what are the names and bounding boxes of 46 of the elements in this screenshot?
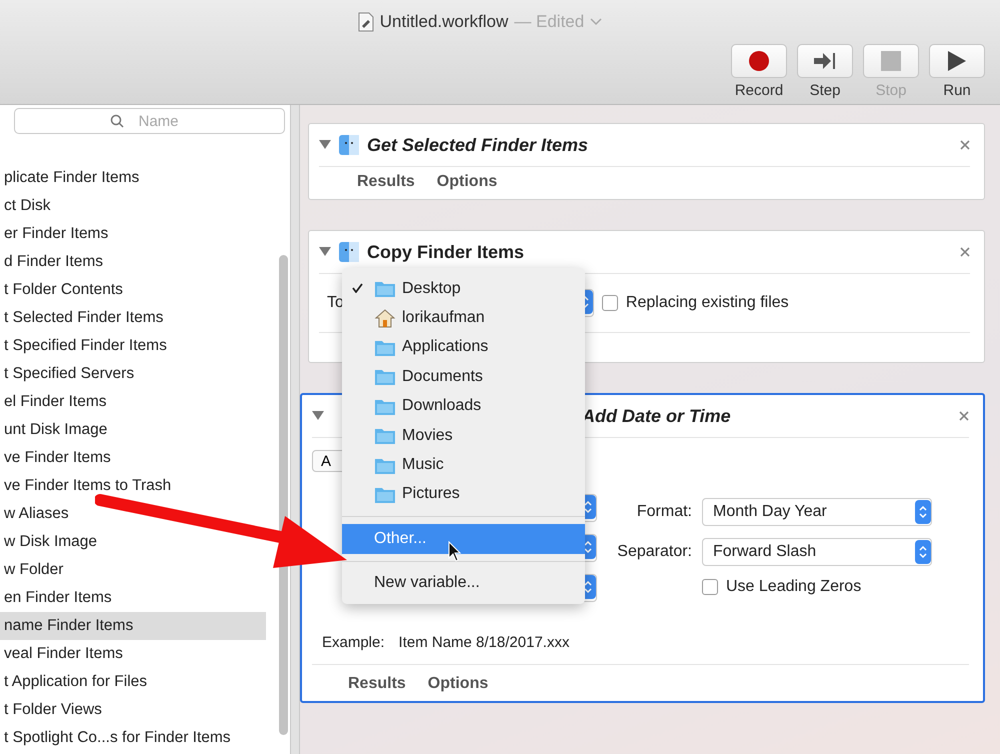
- action-title: Copy Finder Items: [367, 242, 524, 262]
- field-label: Separator:: [616, 543, 692, 561]
- library-item[interactable]: ve Finder Items: [0, 444, 266, 472]
- example-label: Example:: [322, 634, 385, 650]
- library-item[interactable]: d Finder Items: [0, 248, 266, 276]
- menu-item[interactable]: Applications: [342, 332, 585, 362]
- library-item[interactable]: name Finder Items: [0, 612, 266, 640]
- library-item[interactable]: w Folder: [0, 556, 266, 584]
- library-item[interactable]: t Spotlight Co...s for Finder Items: [0, 724, 266, 752]
- action-title: Get Selected Finder Items: [367, 134, 588, 156]
- popup-button[interactable]: Forward Slash: [702, 538, 932, 566]
- library-item[interactable]: en Finder Items: [0, 584, 266, 612]
- library-item[interactable]: t Folder Views: [0, 696, 266, 724]
- checkbox-label: Use Leading Zeros: [726, 578, 862, 596]
- search-field[interactable]: Name: [14, 108, 285, 134]
- menu-item[interactable]: lorikaufman: [342, 303, 585, 333]
- library-item[interactable]: t Application for Files: [0, 668, 266, 696]
- action-tab[interactable]: Options: [428, 675, 488, 693]
- library-item[interactable]: plicate Finder Items: [0, 164, 266, 192]
- action-tab[interactable]: Results: [348, 675, 406, 693]
- menu-item[interactable]: New variable...: [342, 568, 585, 598]
- window-title: Untitled.workflow: [380, 12, 508, 32]
- library-item[interactable]: ct Disk: [0, 192, 266, 220]
- menu-item[interactable]: Downloads: [342, 392, 585, 421]
- library-item[interactable]: w Disk Image: [0, 528, 266, 556]
- library-item[interactable]: t Selected Finder Items: [0, 304, 266, 332]
- menu-item[interactable]: Movies: [342, 420, 585, 450]
- menu-item[interactable]: Documents: [342, 362, 585, 392]
- library-item[interactable]: veal Finder Items: [0, 640, 266, 668]
- library-item[interactable]: t Specified Servers: [0, 360, 266, 388]
- field-label: Format:: [636, 503, 692, 521]
- library-item[interactable]: t Folder Contents: [0, 276, 266, 304]
- menu-item[interactable]: Desktop: [342, 274, 585, 304]
- library-item[interactable]: er Finder Items: [0, 220, 266, 248]
- library-item[interactable]: ve Finder Items to Trash: [0, 472, 266, 500]
- library-item[interactable]: unt Disk Image: [0, 416, 266, 444]
- library-item[interactable]: t Specified Finder Items: [0, 332, 266, 360]
- example-value: Item Name 8/18/2017.xxx: [398, 634, 570, 650]
- action-tab[interactable]: Results: [357, 173, 415, 191]
- library-item[interactable]: el Finder Items: [0, 388, 266, 416]
- menu-item[interactable]: Pictures: [342, 480, 585, 510]
- action-title: Add Date or Time: [582, 406, 731, 426]
- action-tab[interactable]: Options: [436, 173, 498, 191]
- library-item[interactable]: w Aliases: [0, 500, 266, 528]
- checkbox-label: Replacing existing files: [626, 294, 789, 312]
- popup-button[interactable]: Month Day Year: [702, 498, 932, 526]
